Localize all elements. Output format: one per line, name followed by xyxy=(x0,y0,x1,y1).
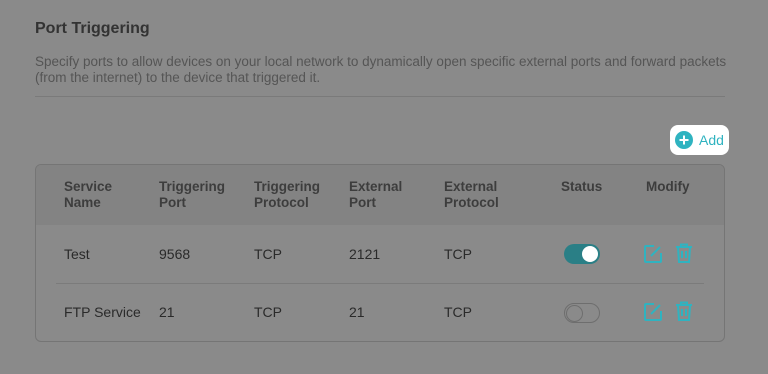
edit-icon[interactable] xyxy=(642,243,664,265)
trash-icon[interactable] xyxy=(673,300,695,322)
edit-icon[interactable] xyxy=(642,301,664,323)
cell-external-protocol: TCP xyxy=(444,304,472,320)
toggle-knob xyxy=(582,246,598,262)
cell-external-protocol: TCP xyxy=(444,246,472,262)
plus-circle-icon xyxy=(675,131,694,149)
toggle-knob xyxy=(566,304,583,322)
cell-service-name: Test xyxy=(64,246,90,262)
table-header: Service Name Triggering Port Triggering … xyxy=(36,165,724,225)
cell-triggering-protocol: TCP xyxy=(254,246,282,262)
header-external-port: External Port xyxy=(349,179,403,210)
header-triggering-protocol: Triggering Protocol xyxy=(254,179,321,210)
status-toggle[interactable] xyxy=(564,244,600,264)
page-description: Specify ports to allow devices on your l… xyxy=(35,54,727,85)
table-row: Test 9568 TCP 2121 TCP xyxy=(36,225,724,283)
cell-service-name: FTP Service xyxy=(64,304,141,320)
status-toggle[interactable] xyxy=(564,303,600,323)
section-divider xyxy=(35,96,725,97)
header-status: Status xyxy=(561,179,603,194)
cell-triggering-port: 9568 xyxy=(159,246,191,262)
header-triggering-port: Triggering Port xyxy=(159,179,226,210)
page-title: Port Triggering xyxy=(35,20,150,37)
header-service-name: Service Name xyxy=(64,179,113,210)
header-modify: Modify xyxy=(646,179,690,194)
cell-triggering-protocol: TCP xyxy=(254,304,282,320)
add-button-label: Add xyxy=(699,132,724,148)
trash-icon[interactable] xyxy=(673,242,695,264)
cell-external-port: 2121 xyxy=(349,246,381,262)
table-row: FTP Service 21 TCP 21 TCP xyxy=(36,283,724,341)
add-button[interactable]: Add xyxy=(670,125,729,155)
cell-external-port: 21 xyxy=(349,304,365,320)
header-external-protocol: External Protocol xyxy=(444,179,499,210)
cell-triggering-port: 21 xyxy=(159,304,175,320)
port-triggering-table: Service Name Triggering Port Triggering … xyxy=(35,164,725,342)
